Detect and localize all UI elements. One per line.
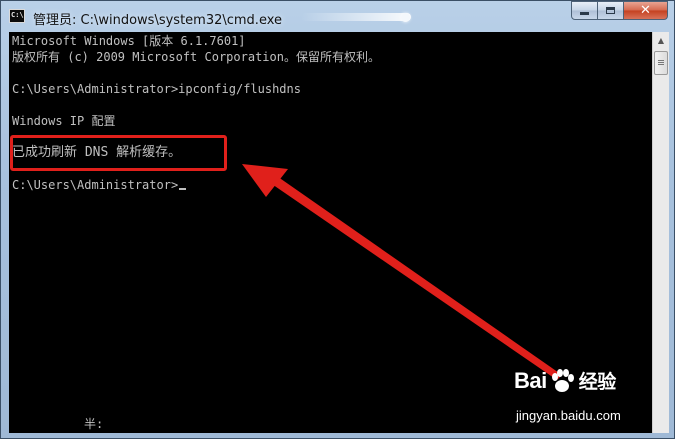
cmd-app-icon[interactable]: C:\ (9, 9, 25, 23)
watermark-brand-suffix: 经验 (578, 372, 617, 393)
baidu-jingyan-watermark: Bai 经验 jingyan.baidu.com (514, 367, 644, 427)
close-icon: ✕ (640, 3, 651, 18)
vertical-scrollbar[interactable]: ▲ (652, 32, 669, 433)
glass-highlight (401, 13, 410, 22)
title-bar[interactable]: C:\ 管理员: C:\windows\system32\cmd.exe ✕ (1, 1, 674, 33)
watermark-url: jingyan.baidu.com (516, 408, 621, 423)
window-title: 管理员: C:\windows\system32\cmd.exe (33, 13, 282, 28)
watermark-brand: Bai (514, 367, 547, 393)
close-button[interactable]: ✕ (624, 1, 668, 20)
paw-icon (551, 368, 574, 392)
watermark-logo: Bai 经验 (514, 367, 616, 394)
scroll-up-icon[interactable]: ▲ (653, 32, 669, 49)
grip-line (658, 64, 664, 65)
minimize-icon (580, 12, 589, 15)
maximize-icon (606, 7, 615, 14)
minimize-button[interactable] (571, 1, 598, 20)
scroll-thumb[interactable] (654, 51, 668, 75)
arrow-shaft (266, 172, 562, 380)
grip-line (658, 62, 664, 63)
glass-reflection (301, 13, 411, 21)
maximize-button[interactable] (598, 1, 624, 20)
grip-line (658, 60, 664, 61)
caption-buttons: ✕ (571, 1, 668, 21)
cmd-window: C:\ 管理员: C:\windows\system32\cmd.exe ✕ M… (0, 0, 675, 439)
